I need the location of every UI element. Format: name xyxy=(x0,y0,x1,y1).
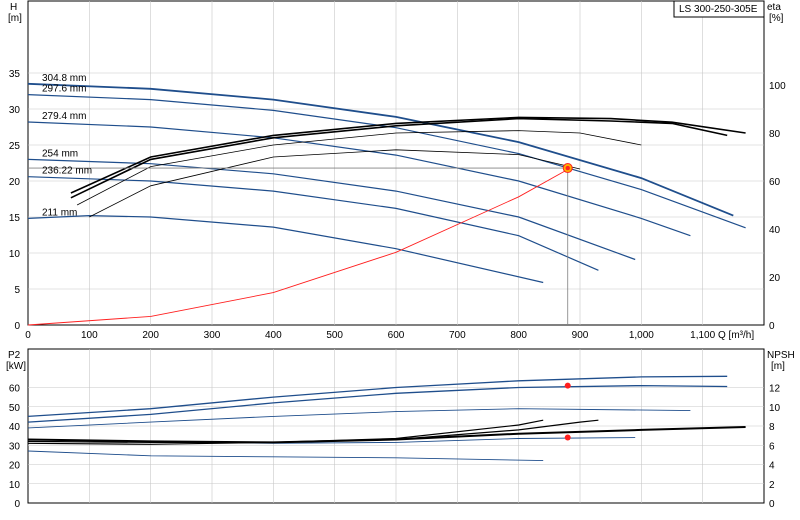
power-tick-label: 0 xyxy=(14,499,20,510)
y-left-tick-label: 0 xyxy=(14,321,20,332)
x-tick-label: 700 xyxy=(449,330,466,341)
duty-point-center xyxy=(565,165,570,171)
y-right-tick-label: 40 xyxy=(769,225,781,236)
npsh-tick-label: 0 xyxy=(769,499,775,510)
x-tick-label: 0 xyxy=(25,330,31,341)
x-tick-label: 100 xyxy=(81,330,98,341)
y-right-tick-label: 0 xyxy=(769,321,775,332)
power-tick-label: 10 xyxy=(9,480,21,491)
x-tick-label: 300 xyxy=(204,330,221,341)
y-right-tick-label: 80 xyxy=(769,129,781,140)
x-tick-label: 500 xyxy=(326,330,343,341)
head-curve-label: 279.4 mm xyxy=(42,111,86,122)
y-left-tick-label: 30 xyxy=(9,105,21,116)
head-curve-label: 236.22 mm xyxy=(42,166,92,177)
y-right-tick-label: 60 xyxy=(769,177,781,188)
x-tick-label: 600 xyxy=(388,330,405,341)
x-tick-label: 200 xyxy=(142,330,159,341)
y-axis-right-label: eta xyxy=(767,2,781,13)
x-tick-label: 400 xyxy=(265,330,282,341)
y-left-tick-label: 35 xyxy=(9,69,21,80)
power-axis-label: P2 xyxy=(8,350,21,361)
npsh-duty-point xyxy=(564,434,571,441)
power-tick-label: 50 xyxy=(9,403,21,414)
head-curve-label: 304.8 mm xyxy=(42,73,86,84)
y-axis-left-unit: [m] xyxy=(8,13,22,24)
head-curve-label: 211 mm xyxy=(42,207,77,218)
y-left-tick-label: 10 xyxy=(9,249,21,260)
power-duty-point xyxy=(564,382,571,389)
x-tick-label: 1,000 xyxy=(629,330,654,341)
y-axis-left-label: H xyxy=(10,2,17,13)
x-tick-label: 1,100 xyxy=(690,330,715,341)
power-tick-label: 30 xyxy=(9,441,21,452)
power-axis-unit: [kW] xyxy=(6,361,26,372)
model-label: LS 300-250-305E xyxy=(679,4,758,15)
head-curve-label: 254 mm xyxy=(42,148,78,159)
y-left-tick-label: 15 xyxy=(9,213,21,224)
head-curve-label: 297.6 mm xyxy=(42,84,86,95)
pump-performance-chart: H [m] eta [%] Q [m³/h] P2 [kW] NPSH [m] … xyxy=(6,0,795,510)
x-tick-label: 900 xyxy=(572,330,589,341)
npsh-tick-label: 8 xyxy=(769,422,775,433)
npsh-tick-label: 4 xyxy=(769,461,775,472)
power-tick-label: 60 xyxy=(9,384,21,395)
y-left-tick-label: 5 xyxy=(14,285,20,296)
power-tick-label: 40 xyxy=(9,422,21,433)
x-tick-label: 800 xyxy=(510,330,527,341)
y-right-tick-label: 20 xyxy=(769,273,781,284)
power-tick-label: 20 xyxy=(9,461,21,472)
y-right-tick-label: 100 xyxy=(769,81,786,92)
x-axis-label: Q [m³/h] xyxy=(718,330,754,341)
npsh-tick-label: 10 xyxy=(769,403,781,414)
y-left-tick-label: 20 xyxy=(9,177,21,188)
npsh-axis-label: NPSH xyxy=(767,350,795,361)
npsh-tick-label: 6 xyxy=(769,441,775,452)
y-axis-right-unit: [%] xyxy=(769,13,784,24)
npsh-tick-label: 12 xyxy=(769,384,781,395)
y-left-tick-label: 25 xyxy=(9,141,21,152)
npsh-tick-label: 2 xyxy=(769,480,775,491)
npsh-axis-unit: [m] xyxy=(771,361,785,372)
